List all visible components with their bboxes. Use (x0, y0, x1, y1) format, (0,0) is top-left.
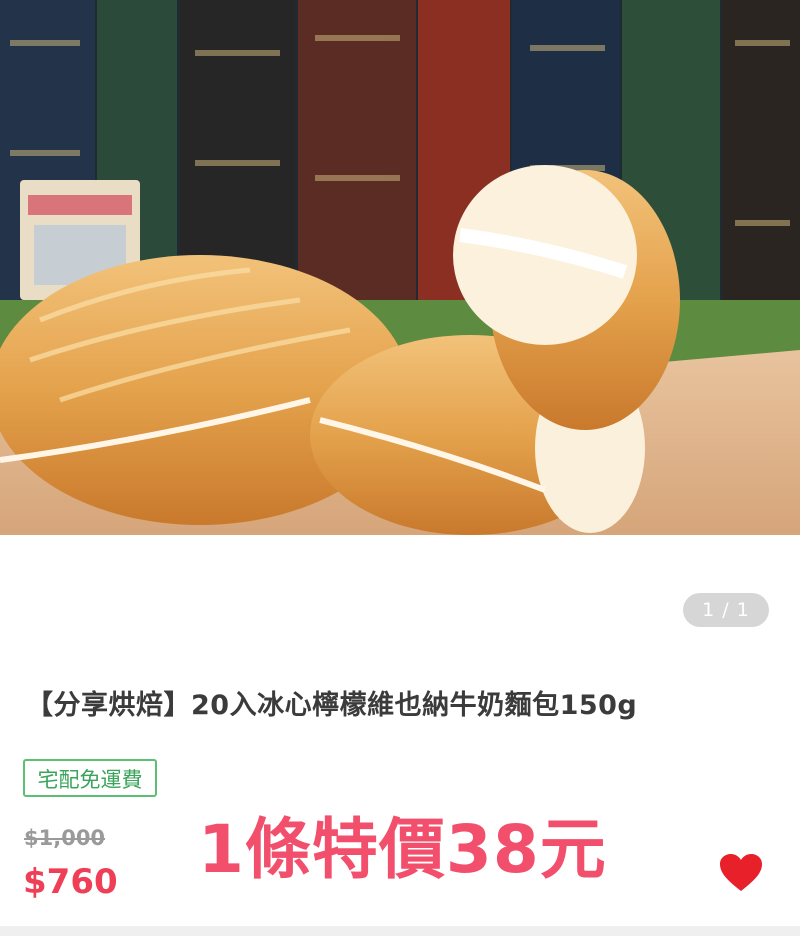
promo-text: 1條特價38元 (198, 811, 607, 888)
product-title: 【分享烘焙】20入冰心檸檬維也納牛奶麵包150g (26, 690, 638, 721)
bread-illustration (0, 0, 800, 535)
original-price: $1,000 (24, 826, 106, 850)
heart-icon (720, 854, 762, 891)
free-shipping-badge: 宅配免運費 (23, 759, 157, 797)
bottom-divider (0, 926, 800, 936)
product-photo[interactable] (0, 0, 800, 535)
favorite-button[interactable] (719, 853, 763, 893)
image-pager: 1 / 1 (683, 593, 769, 627)
sale-price: $760 (23, 862, 118, 902)
